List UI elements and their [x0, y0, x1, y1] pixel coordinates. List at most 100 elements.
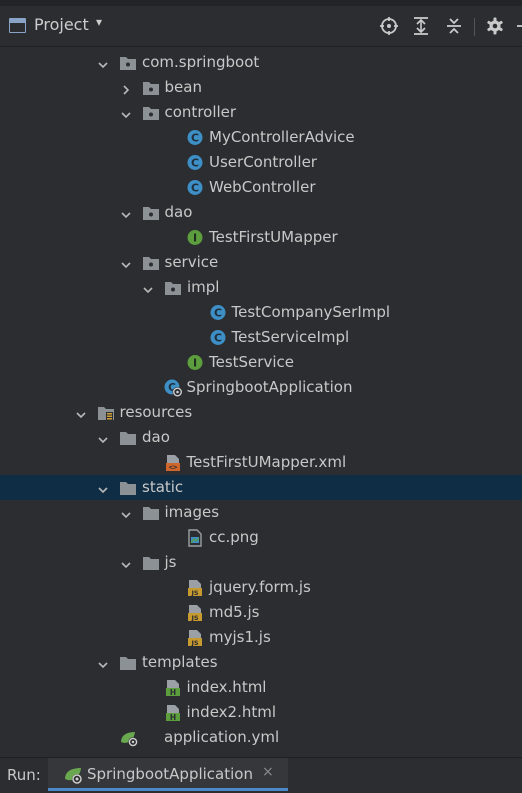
tree-item[interactable]: JS jquery.form.js: [0, 575, 522, 600]
tree-item[interactable]: images: [0, 500, 522, 525]
chevron-right-icon[interactable]: [120, 81, 132, 95]
expand-all-icon[interactable]: [411, 16, 431, 36]
tree-item-label: myjs1.js: [209, 628, 271, 646]
tree-item-label: cc.png: [209, 528, 259, 546]
folder-icon: [119, 479, 137, 496]
chevron-down-icon[interactable]: [75, 406, 87, 419]
settings-icon[interactable]: [485, 16, 505, 36]
tree-item[interactable]: C MyControllerAdvice: [0, 125, 522, 150]
folder-icon: [119, 429, 137, 446]
package-icon: [142, 79, 160, 96]
tree-item[interactable]: C SpringbootApplication: [0, 375, 522, 400]
tree-item-label: com.springboot: [142, 53, 260, 71]
chevron-down-icon[interactable]: [97, 481, 109, 494]
java-interface-icon: I: [186, 354, 204, 371]
java-class-icon: C: [186, 154, 204, 171]
svg-text:H: H: [169, 688, 175, 697]
tree-item[interactable]: <> TestFirstUMapper.xml: [0, 450, 522, 475]
folder-icon: [142, 504, 160, 521]
tree-item[interactable]: bean: [0, 75, 522, 100]
run-tab-springboot-application[interactable]: SpringbootApplication ×: [48, 758, 288, 791]
package-icon: [119, 54, 137, 71]
java-class-icon: C: [209, 329, 227, 346]
chevron-down-icon[interactable]: ▾: [96, 15, 102, 29]
package-icon: [142, 204, 160, 221]
tree-item[interactable]: js: [0, 550, 522, 575]
package-icon: [142, 104, 160, 121]
javascript-file-icon: JS: [186, 579, 204, 597]
locate-icon[interactable]: [379, 16, 399, 36]
resources-folder-icon: [97, 404, 115, 421]
svg-text:C: C: [213, 307, 221, 320]
tree-item-label: TestServiceImpl: [231, 328, 350, 346]
spring-boot-icon: [62, 765, 82, 785]
tree-item-label: controller: [164, 103, 237, 121]
package-icon: [142, 254, 160, 271]
tree-item-label: WebController: [209, 178, 316, 196]
tree-item-label: UserController: [209, 153, 317, 171]
package-icon: [164, 279, 182, 296]
tree-item[interactable]: dao: [0, 425, 522, 450]
tree-item[interactable]: I TestFirstUMapper: [0, 225, 522, 250]
tree-item-label: application.yml: [164, 728, 280, 746]
tree-item-label: impl: [187, 278, 220, 296]
tree-item[interactable]: C TestServiceImpl: [0, 325, 522, 350]
xml-file-icon: <>: [164, 454, 182, 472]
close-icon[interactable]: ×: [262, 764, 274, 780]
tree-item-label: dao: [164, 203, 193, 221]
chevron-down-icon[interactable]: [97, 656, 109, 669]
svg-text:I: I: [193, 232, 197, 245]
chevron-down-icon[interactable]: [120, 256, 132, 269]
tree-item[interactable]: JS myjs1.js: [0, 625, 522, 650]
folder-icon: [119, 654, 137, 671]
tree-item-label: js: [164, 553, 177, 571]
tree-item[interactable]: C WebController: [0, 175, 522, 200]
project-view-title[interactable]: Project: [34, 15, 89, 34]
tree-item[interactable]: controller: [0, 100, 522, 125]
tree-item[interactable]: application.yml: [0, 725, 522, 750]
svg-text:JS: JS: [190, 589, 198, 597]
svg-text:<>: <>: [168, 464, 176, 472]
collapse-all-icon[interactable]: [444, 16, 464, 36]
chevron-down-icon[interactable]: [97, 431, 109, 444]
chevron-down-icon[interactable]: [120, 556, 132, 569]
tree-item[interactable]: service: [0, 250, 522, 275]
svg-text:C: C: [213, 332, 221, 345]
tree-item[interactable]: Hindex2.html: [0, 700, 522, 725]
html-file-icon: H: [164, 679, 182, 697]
java-interface-icon: I: [186, 229, 204, 246]
minimize-icon[interactable]: [515, 16, 522, 36]
tree-item[interactable]: C TestCompanySerImpl: [0, 300, 522, 325]
tree-item[interactable]: JS md5.js: [0, 600, 522, 625]
tree-item-label: templates: [142, 653, 218, 671]
svg-text:I: I: [193, 357, 197, 370]
tree-item[interactable]: cc.png: [0, 525, 522, 550]
header-divider: [474, 18, 475, 36]
tree-item[interactable]: C UserController: [0, 150, 522, 175]
tree-item-label: TestCompanySerImpl: [231, 303, 391, 321]
javascript-file-icon: JS: [186, 604, 204, 622]
java-class-icon: C: [209, 304, 227, 321]
svg-text:C: C: [191, 182, 199, 195]
chevron-down-icon[interactable]: [97, 56, 109, 69]
tree-item[interactable]: dao: [0, 200, 522, 225]
tree-item[interactable]: static: [0, 475, 522, 500]
tree-item-label: index.html: [186, 678, 267, 696]
svg-text:JS: JS: [190, 614, 198, 622]
tree-item[interactable]: templates: [0, 650, 522, 675]
chevron-down-icon[interactable]: [120, 106, 132, 119]
tree-item[interactable]: resources: [0, 400, 522, 425]
tree-item-label: SpringbootApplication: [186, 378, 353, 396]
chevron-down-icon[interactable]: [142, 281, 154, 294]
tree-item[interactable]: I TestService: [0, 350, 522, 375]
run-tab-label: SpringbootApplication: [87, 765, 253, 783]
chevron-down-icon[interactable]: [120, 206, 132, 219]
java-class-icon: C: [186, 179, 204, 196]
tree-item-label: static: [142, 478, 184, 496]
tree-item[interactable]: impl: [0, 275, 522, 300]
tree-item-label: MyControllerAdvice: [209, 128, 355, 146]
chevron-down-icon[interactable]: [120, 506, 132, 519]
tree-item[interactable]: Hindex.html: [0, 675, 522, 700]
project-tool-header: Project ▾: [0, 6, 522, 47]
tree-item[interactable]: com.springboot: [0, 50, 522, 75]
